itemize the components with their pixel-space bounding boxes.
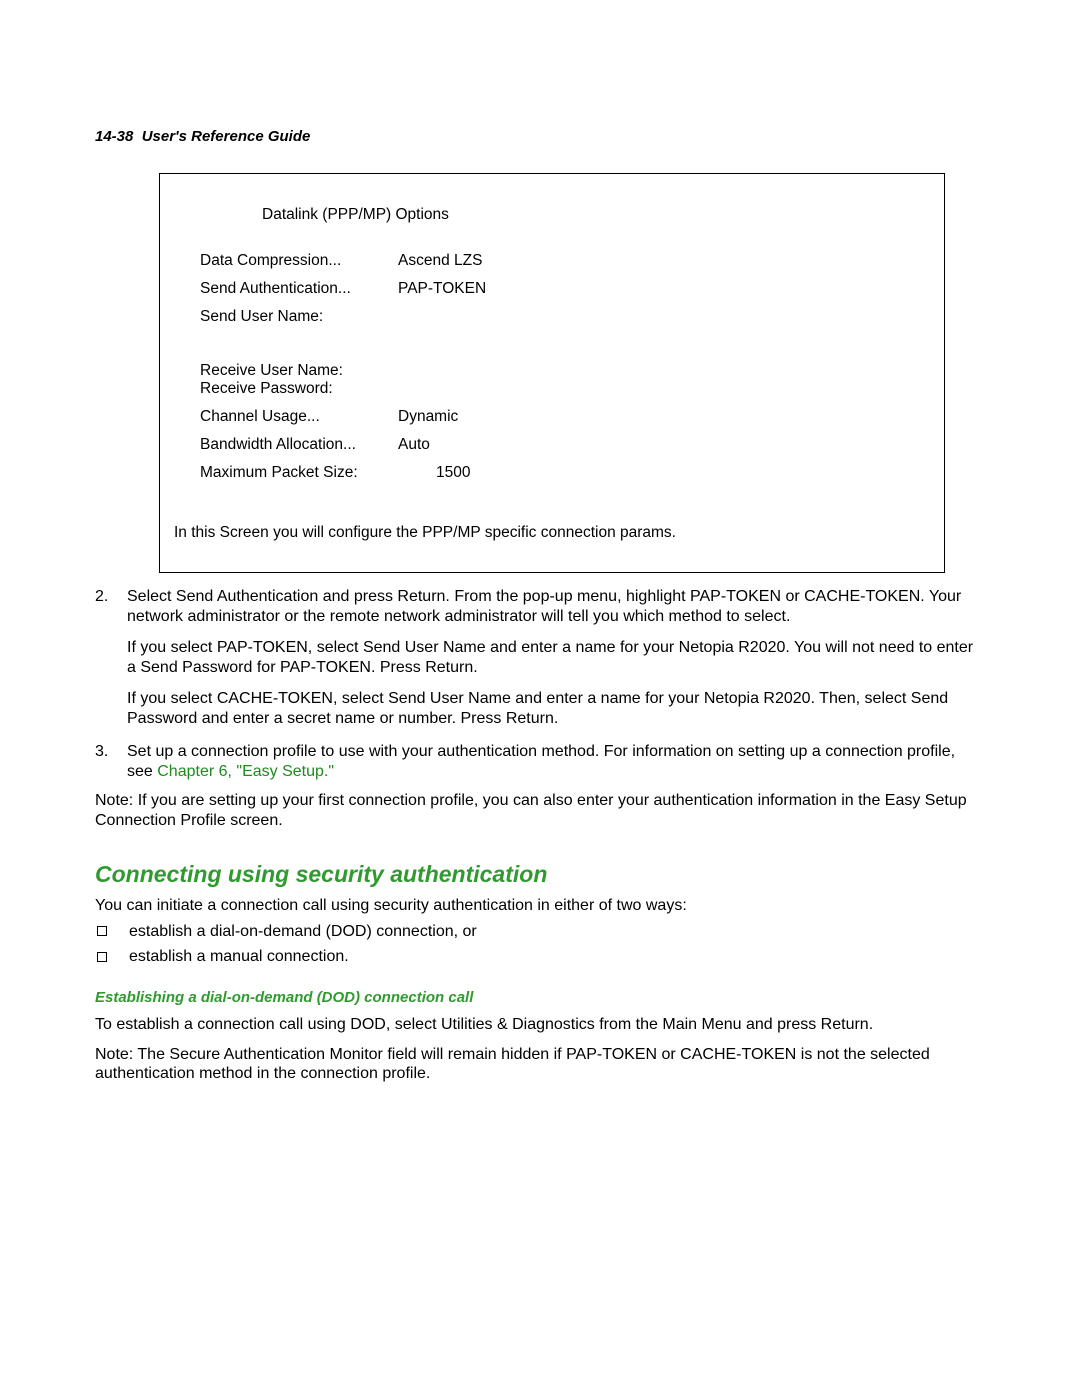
note-paragraph: Note: The Secure Authentication Monitor … [95, 1045, 985, 1084]
screen-row: Data Compression... Ascend LZS [200, 252, 924, 270]
list-item: establish a manual connection. [95, 947, 985, 967]
list-item: establish a dial-on-demand (DOD) connect… [95, 922, 985, 942]
section-intro: You can initiate a connection call using… [95, 896, 985, 916]
step-paragraph: If you select CACHE-TOKEN, select Send U… [127, 689, 985, 728]
step-paragraph: Set up a connection profile to use with … [127, 742, 985, 781]
bullet-list: establish a dial-on-demand (DOD) connect… [95, 922, 985, 967]
step-body: Select Send Authentication and press Ret… [127, 587, 985, 728]
page-header: 14-38 User's Reference Guide [95, 128, 985, 145]
screen-row-label: Receive Password: [200, 380, 398, 398]
screen-row-value: Ascend LZS [398, 252, 482, 270]
screen-row-label: Channel Usage... [200, 408, 398, 426]
page-header-text: 14-38 User's Reference Guide [95, 128, 310, 145]
screen-footer-text: In this Screen you will configure the PP… [174, 524, 924, 542]
screen-row-label: Receive User Name: [200, 362, 398, 380]
screen-row-value: 1500 [436, 464, 470, 482]
screen-row-value: Dynamic [398, 408, 458, 426]
screen-title: Datalink (PPP/MP) Options [262, 206, 924, 224]
terminal-screen-box: Datalink (PPP/MP) Options Data Compressi… [159, 173, 945, 573]
screen-rows-group-1: Data Compression... Ascend LZS Send Auth… [200, 252, 924, 326]
screen-row-value: Auto [398, 436, 430, 454]
screen-row: Receive Password: [200, 380, 924, 398]
screen-row: Send Authentication... PAP-TOKEN [200, 280, 924, 298]
step-item: 2. Select Send Authentication and press … [95, 587, 985, 728]
list-item-text: establish a manual connection. [129, 947, 349, 967]
step-body: Set up a connection profile to use with … [127, 742, 985, 781]
section-heading: Connecting using security authentication [95, 860, 985, 888]
screen-row-label: Send User Name: [200, 308, 398, 326]
screen-row-label: Maximum Packet Size: [200, 464, 436, 482]
note-paragraph: Note: If you are setting up your first c… [95, 791, 985, 830]
step-number: 3. [95, 742, 127, 781]
screen-row: Bandwidth Allocation... Auto [200, 436, 924, 454]
screen-row-value: PAP-TOKEN [398, 280, 486, 298]
document-page: 14-38 User's Reference Guide Datalink (P… [0, 0, 1080, 1397]
screen-row: Channel Usage... Dynamic [200, 408, 924, 426]
square-bullet-icon [97, 926, 107, 936]
chapter-link[interactable]: Chapter 6, "Easy Setup." [157, 763, 334, 780]
square-bullet-icon [97, 952, 107, 962]
list-item-text: establish a dial-on-demand (DOD) connect… [129, 922, 477, 942]
screen-row-label: Bandwidth Allocation... [200, 436, 398, 454]
screen-row-label: Data Compression... [200, 252, 398, 270]
step-item: 3. Set up a connection profile to use wi… [95, 742, 985, 781]
sub-heading: Establishing a dial-on-demand (DOD) conn… [95, 989, 985, 1007]
step-number: 2. [95, 587, 127, 728]
body-content: 2. Select Send Authentication and press … [95, 587, 985, 1084]
screen-row: Receive User Name: [200, 362, 924, 380]
screen-rows-group-2: Receive User Name: Receive Password: Cha… [200, 362, 924, 482]
step-paragraph: If you select PAP-TOKEN, select Send Use… [127, 638, 985, 677]
screen-row-label: Send Authentication... [200, 280, 398, 298]
screen-row: Maximum Packet Size: 1500 [200, 464, 924, 482]
screen-row: Send User Name: [200, 308, 924, 326]
step-paragraph: Select Send Authentication and press Ret… [127, 587, 985, 626]
dod-paragraph: To establish a connection call using DOD… [95, 1015, 985, 1035]
